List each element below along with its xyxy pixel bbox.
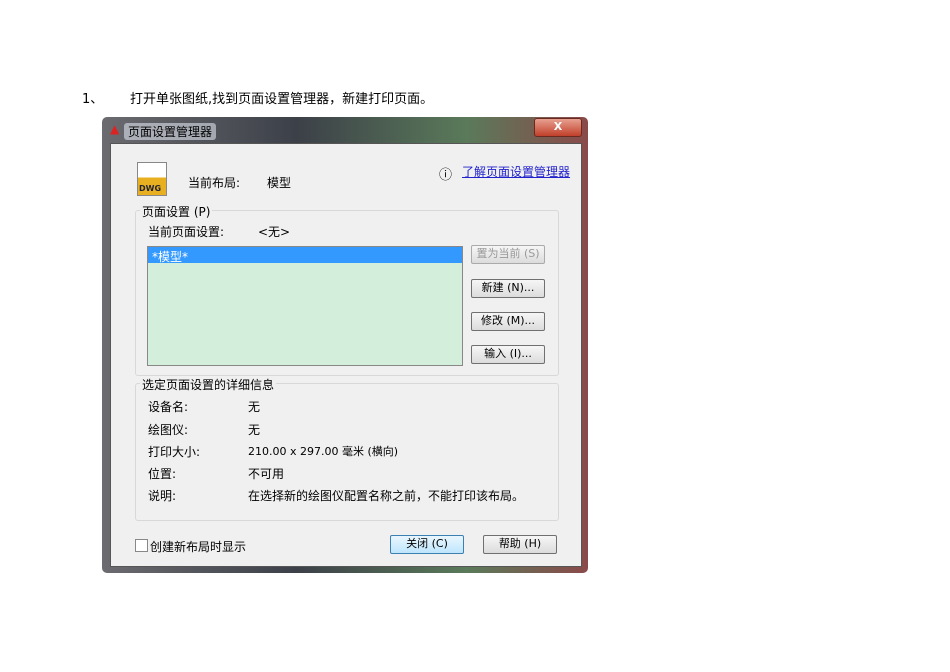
dialog-body: DWG 当前布局: 模型 ⓘ 了解页面设置管理器 页面设置 (P) 当前页面设置… <box>110 143 582 567</box>
page-setup-list[interactable]: *模型* <box>147 246 463 366</box>
modify-button[interactable]: 修改 (M)... <box>471 312 545 331</box>
close-dialog-button[interactable]: 关闭 (C) <box>390 535 464 554</box>
location-label: 位置: <box>148 467 177 481</box>
page-setup-legend: 页面设置 (P) <box>140 203 213 220</box>
plotter-label: 绘图仪: <box>148 423 189 437</box>
close-button[interactable]: X <box>534 118 582 137</box>
plotter-value: 无 <box>248 423 261 437</box>
plot-size-value: 210.00 x 297.00 毫米 (横向) <box>248 445 399 458</box>
list-item[interactable]: *模型* <box>148 247 462 264</box>
location-value: 不可用 <box>248 467 285 481</box>
current-layout-label: 当前布局: <box>188 176 241 190</box>
info-icon: ⓘ <box>439 168 453 183</box>
description-label: 说明: <box>148 489 177 503</box>
current-layout-value: 模型 <box>267 176 292 190</box>
device-name-label: 设备名: <box>148 400 189 414</box>
show-on-new-layout-checkbox[interactable] <box>135 539 148 552</box>
dwg-file-icon: DWG <box>137 162 167 196</box>
import-button[interactable]: 输入 (I)... <box>471 345 545 364</box>
current-page-setup-label: 当前页面设置: <box>148 225 225 239</box>
title-bar[interactable]: ▲ 页面设置管理器 X <box>102 117 588 143</box>
dialog-title: 页面设置管理器 <box>124 123 217 140</box>
current-page-setup-value: <无> <box>258 225 291 239</box>
new-button[interactable]: 新建 (N)... <box>471 279 545 298</box>
autocad-logo-icon: ▲ <box>110 122 120 136</box>
device-name-value: 无 <box>248 400 261 414</box>
plot-size-label: 打印大小: <box>148 445 201 459</box>
description-value: 在选择新的绘图仪配置名称之前，不能打印该布局。 <box>248 489 525 503</box>
details-group: 选定页面设置的详细信息 设备名: 无 绘图仪: 无 打印大小: 210.00 x… <box>135 376 559 521</box>
details-legend: 选定页面设置的详细信息 <box>140 376 277 393</box>
help-link[interactable]: 了解页面设置管理器 <box>462 163 570 180</box>
step-number: 1、 <box>82 92 104 107</box>
show-on-new-layout-label[interactable]: 创建新布局时显示 <box>150 538 246 555</box>
set-current-button[interactable]: 置为当前 (S) <box>471 245 545 264</box>
page-setup-manager-dialog: ▲ 页面设置管理器 X DWG 当前布局: 模型 ⓘ 了解页面设置管理器 页面设… <box>102 117 588 573</box>
step-text: 打开单张图纸,找到页面设置管理器，新建打印页面。 <box>130 92 434 107</box>
help-button[interactable]: 帮助 (H) <box>483 535 557 554</box>
